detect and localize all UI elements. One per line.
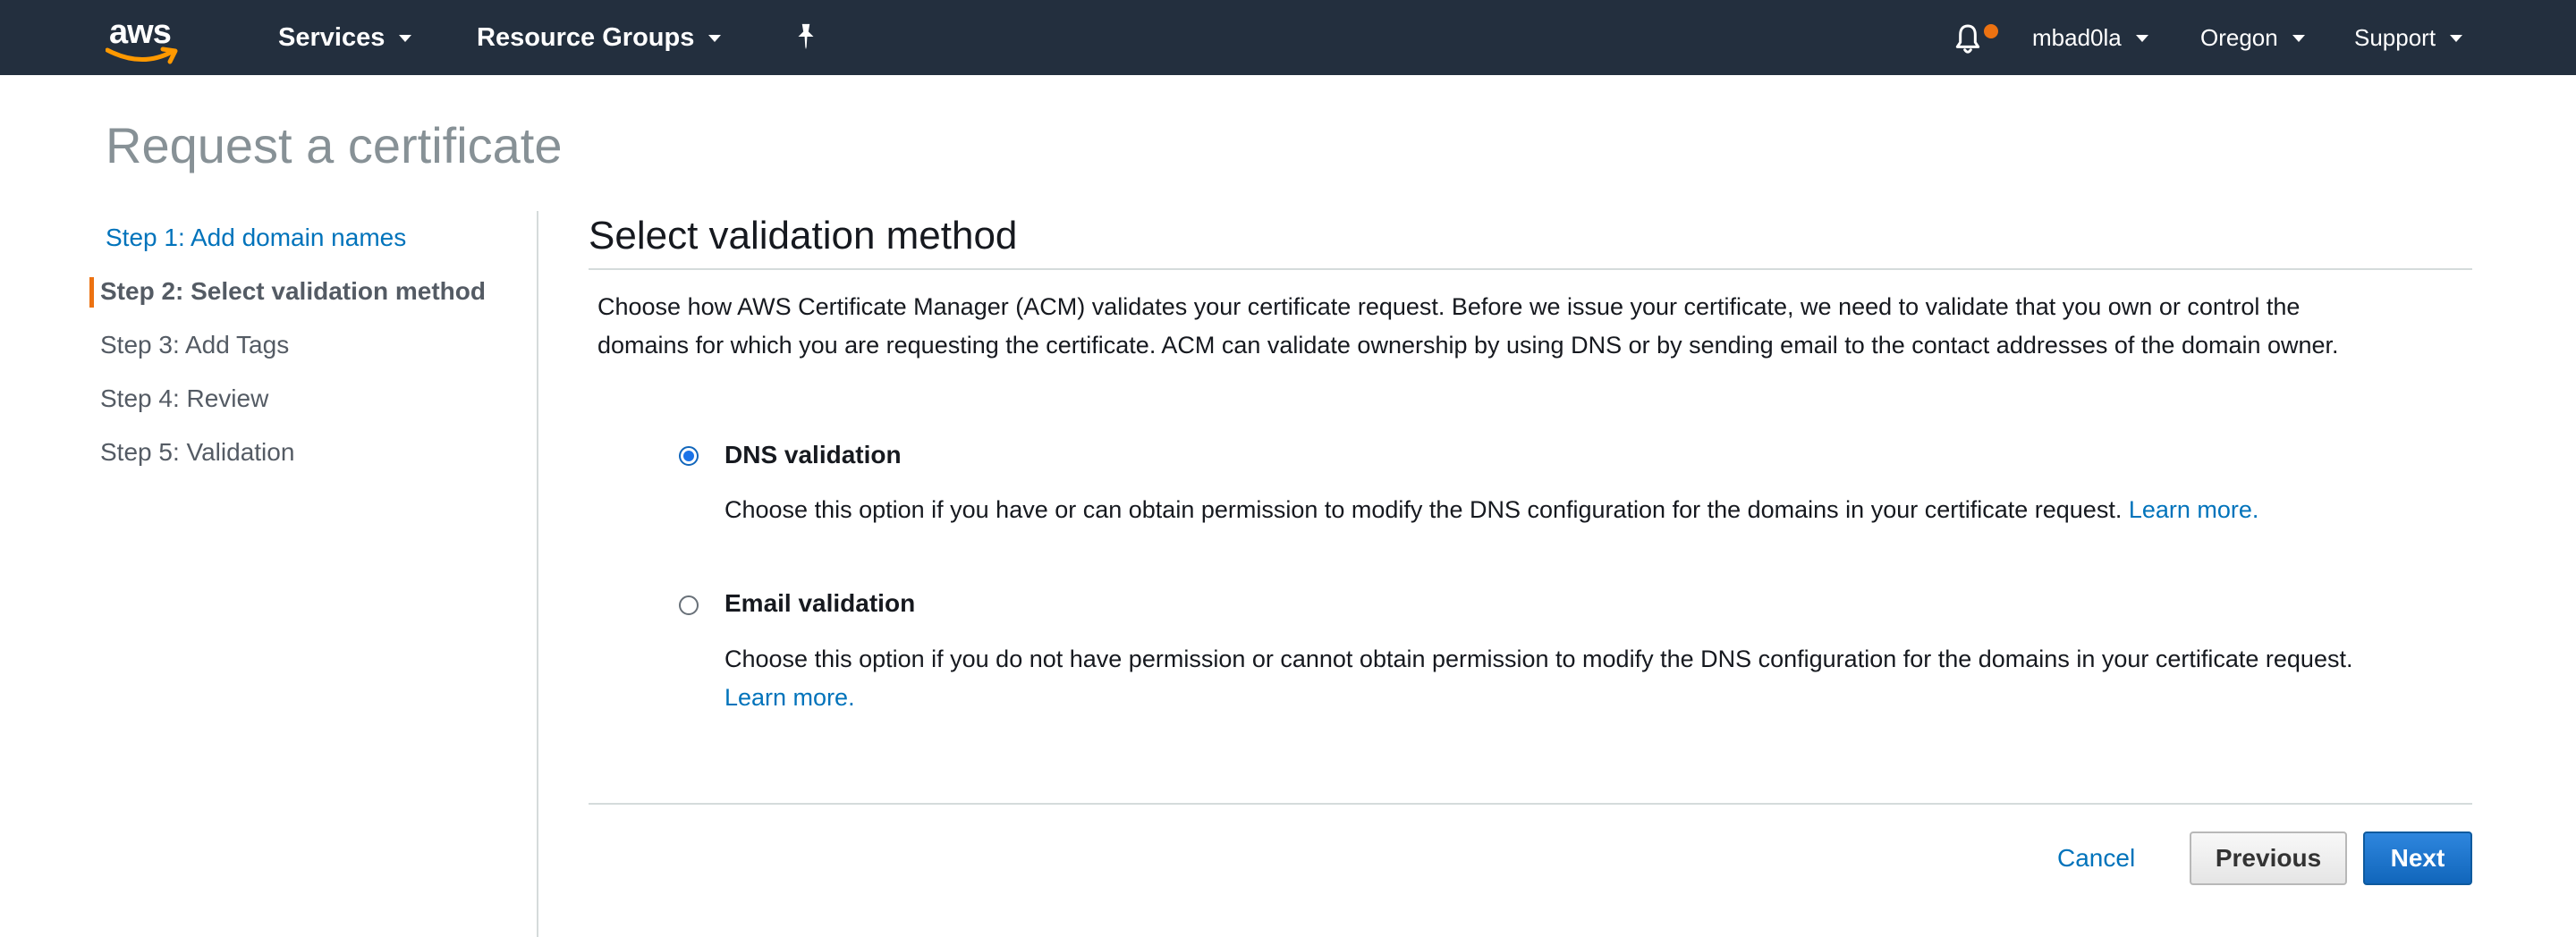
- aws-logo-text: aws: [109, 13, 172, 51]
- step-add-tags: Step 3: Add Tags: [100, 331, 290, 359]
- step-validation: Step 5: Validation: [100, 438, 295, 466]
- next-button[interactable]: Next: [2363, 831, 2472, 885]
- previous-button[interactable]: Previous: [2190, 831, 2347, 885]
- email-validation-description: Choose this option if you do not have pe…: [724, 640, 2370, 717]
- sidebar-divider: [537, 211, 538, 937]
- section-title: Select validation method: [589, 214, 1018, 257]
- email-validation-description-text: Choose this option if you do not have pe…: [724, 646, 2353, 672]
- support-menu[interactable]: Support: [2354, 0, 2463, 75]
- cancel-button[interactable]: Cancel: [2057, 835, 2135, 882]
- step-review: Step 4: Review: [100, 384, 269, 412]
- support-label: Support: [2354, 23, 2436, 51]
- chevron-down-icon: [399, 35, 412, 42]
- services-menu[interactable]: Services: [278, 0, 412, 75]
- step-add-domain-names[interactable]: Step 1: Add domain names: [89, 211, 537, 265]
- services-label: Services: [278, 22, 386, 52]
- dns-validation-description-text: Choose this option if you have or can ob…: [724, 496, 2123, 523]
- intro-line-2: domains for which you are requesting the…: [597, 332, 2339, 359]
- user-menu[interactable]: mbad0la: [2032, 0, 2148, 75]
- region-label: Oregon: [2200, 23, 2278, 51]
- region-menu[interactable]: Oregon: [2200, 0, 2305, 75]
- email-learn-more-link[interactable]: Learn more.: [724, 684, 855, 711]
- section-divider: [589, 268, 2472, 270]
- chevron-down-icon: [2135, 35, 2148, 42]
- intro-text: Choose how AWS Certificate Manager (ACM)…: [597, 288, 2476, 365]
- bell-icon[interactable]: [1950, 21, 1986, 57]
- aws-smile-icon: [106, 46, 178, 64]
- resource-groups-menu[interactable]: Resource Groups: [477, 0, 722, 75]
- chevron-down-icon: [2292, 35, 2305, 42]
- email-validation-label[interactable]: Email validation: [724, 586, 915, 621]
- page-title: Request a certificate: [106, 117, 563, 173]
- top-navigation-bar: aws Services Resource Groups mbad0la Ore…: [0, 0, 2576, 75]
- user-label: mbad0la: [2032, 23, 2122, 51]
- wizard-steps: Step 1: Add domain names Step 2: Select …: [89, 211, 537, 479]
- resource-groups-label: Resource Groups: [477, 22, 695, 52]
- notification-dot: [1984, 24, 1998, 38]
- dns-validation-label[interactable]: DNS validation: [724, 437, 902, 473]
- email-validation-radio[interactable]: [679, 595, 699, 615]
- dns-learn-more-link[interactable]: Learn more.: [2129, 496, 2259, 523]
- intro-line-1: Choose how AWS Certificate Manager (ACM)…: [597, 293, 2301, 320]
- chevron-down-icon: [708, 35, 722, 42]
- step-select-validation-method: Step 2: Select validation method: [89, 265, 537, 318]
- aws-logo[interactable]: aws: [106, 13, 186, 64]
- chevron-down-icon: [2450, 35, 2463, 42]
- dns-validation-radio[interactable]: [679, 446, 699, 466]
- dns-validation-description: Choose this option if you have or can ob…: [724, 491, 2370, 529]
- footer-divider: [589, 803, 2472, 805]
- pin-icon[interactable]: [791, 21, 821, 52]
